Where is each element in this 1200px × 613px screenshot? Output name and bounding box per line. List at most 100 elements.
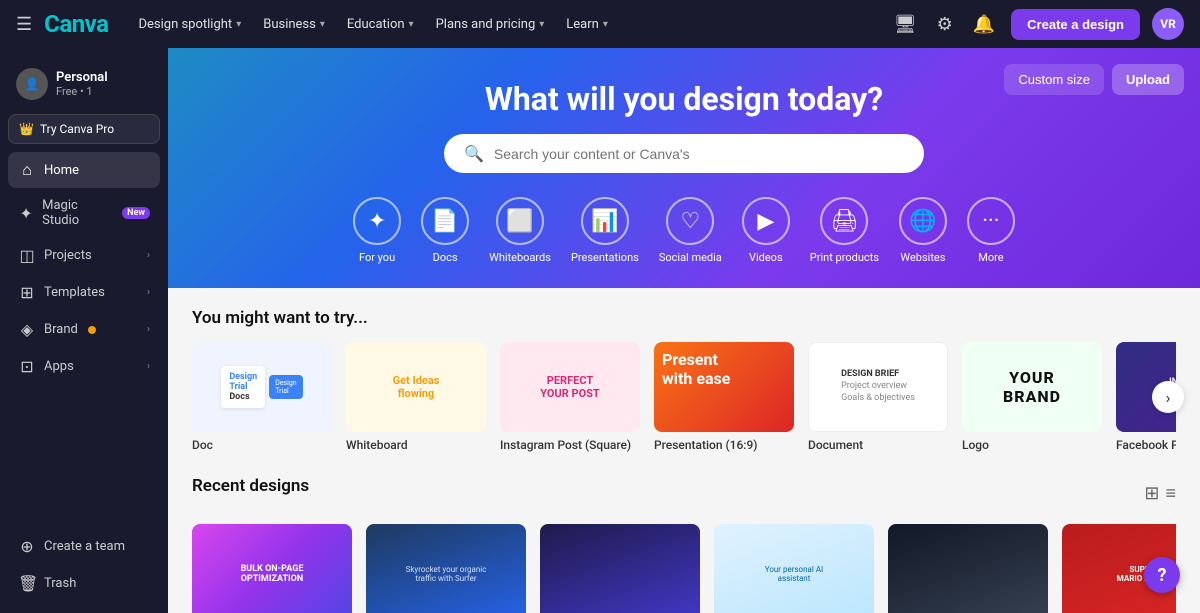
chevron-down-icon: ▾ <box>236 19 241 30</box>
main-layout: 👤 Personal Free • 1 👑 Try Canva Pro ⌂ Ho… <box>0 48 1200 613</box>
quick-link-videos[interactable]: ▶ Videos <box>742 197 790 264</box>
recent-grid: BULK ON-PAGEOPTIMIZATION Keyword Researc… <box>192 524 1176 613</box>
sidebar-user-sub: Free • 1 <box>56 85 108 98</box>
create-design-button[interactable]: Create a design <box>1011 9 1140 40</box>
magic-icon: ✦ <box>18 204 34 223</box>
nav-learn[interactable]: Learn ▾ <box>556 11 618 38</box>
chevron-right-icon: › <box>147 287 150 298</box>
template-logo[interactable]: YOURBRAND Logo <box>962 342 1102 452</box>
brand-icon: ◈ <box>18 320 36 339</box>
trash-icon: 🗑 <box>18 574 36 593</box>
hero-title: What will you design today? <box>485 80 883 118</box>
nav-business[interactable]: Business ▾ <box>253 11 335 38</box>
presentations-icon: 📊 <box>581 197 629 245</box>
try-section-title: You might want to try... <box>192 308 1176 328</box>
chevron-right-icon: › <box>147 361 150 372</box>
sidebar-item-brand[interactable]: ◈ Brand › <box>8 312 160 347</box>
chevron-right-icon: › <box>147 324 150 335</box>
avatar[interactable]: VR <box>1152 8 1184 40</box>
quick-link-docs[interactable]: 📄 Docs <box>421 197 469 264</box>
brand-dot <box>88 326 96 334</box>
nav-education[interactable]: Education ▾ <box>337 11 424 38</box>
sidebar-bottom: ⊕ Create a team 🗑 Trash <box>8 529 160 601</box>
search-bar: 🔍 <box>444 134 924 173</box>
settings-icon[interactable]: ⚙ <box>933 10 957 39</box>
quick-link-for-you[interactable]: ✦ For you <box>353 197 401 264</box>
recent-card-3[interactable]: Untitled Design 1920 × 1280 px <box>540 524 700 613</box>
search-icon: 🔍 <box>464 144 484 163</box>
quick-link-presentations[interactable]: 📊 Presentations <box>571 197 639 264</box>
recent-section: Recent designs ⊞ ≡ BULK ON-PAGEOPTIMIZAT… <box>192 476 1176 613</box>
for-you-icon: ✦ <box>353 197 401 245</box>
social-icon: ♡ <box>666 197 714 245</box>
template-document[interactable]: DESIGN BRIEF Project overviewGoals & obj… <box>808 342 948 452</box>
hero-section: Custom size Upload What will you design … <box>168 48 1200 288</box>
nav-links: Design spotlight ▾ Business ▾ Education … <box>128 11 881 38</box>
grid-view-button[interactable]: ⊞ <box>1144 483 1159 504</box>
sidebar-item-magic-studio[interactable]: ✦ Magic Studio New <box>8 190 160 236</box>
hamburger-icon[interactable]: ☰ <box>16 14 32 35</box>
recent-card-4[interactable]: Your personal AIassistant Untitled Desig… <box>714 524 874 613</box>
quick-links: ✦ For you 📄 Docs ⬜ Whiteboards 📊 Present… <box>353 197 1015 264</box>
sidebar-username: Personal <box>56 70 108 85</box>
search-input[interactable] <box>494 146 904 162</box>
nav-plans-pricing[interactable]: Plans and pricing ▾ <box>426 11 555 38</box>
view-toggle: ⊞ ≡ <box>1144 483 1176 504</box>
list-view-button[interactable]: ≡ <box>1165 483 1176 504</box>
templates-icon: ⊞ <box>18 283 36 302</box>
recent-card-2[interactable]: Skyrocket your organictraffic with Surfe… <box>366 524 526 613</box>
doc-preview: DesignTrialDocs DesignTrial <box>221 366 302 408</box>
try-section: You might want to try... DesignTrialDocs… <box>192 308 1176 452</box>
wb-preview: Get Ideasflowing <box>385 366 448 408</box>
sidebar-item-home[interactable]: ⌂ Home <box>8 152 160 188</box>
sidebar-item-trash[interactable]: 🗑 Trash <box>8 566 160 601</box>
quick-link-social[interactable]: ♡ Social media <box>659 197 722 264</box>
custom-size-button[interactable]: Custom size <box>1004 64 1104 95</box>
new-badge: New <box>122 207 150 219</box>
recent-header: Recent designs ⊞ ≡ <box>192 476 1176 510</box>
sidebar-item-templates[interactable]: ⊞ Templates › <box>8 275 160 310</box>
help-button[interactable]: ? <box>1144 557 1180 593</box>
template-instagram[interactable]: PERFECTYOUR POST Instagram Post (Square) <box>500 342 640 452</box>
sidebar-item-create-team[interactable]: ⊕ Create a team <box>8 529 160 564</box>
logo-preview: YOURBRAND <box>999 364 1065 410</box>
quick-link-more[interactable]: ··· More <box>967 197 1015 264</box>
recent-card-5[interactable]: Untitled Design 1920 × 1280 px <box>888 524 1048 613</box>
main-content: Custom size Upload What will you design … <box>168 48 1200 613</box>
docs-icon: 📄 <box>421 197 469 245</box>
print-icon: 🖨 <box>820 197 868 245</box>
template-doc[interactable]: DesignTrialDocs DesignTrial Doc <box>192 342 332 452</box>
template-presentation[interactable]: Presentwith ease Presentation (16:9) <box>654 342 794 452</box>
quick-link-print[interactable]: 🖨 Print products <box>810 197 879 264</box>
recent-card-keyword[interactable]: BULK ON-PAGEOPTIMIZATION Keyword Researc… <box>192 524 352 613</box>
sidebar-user: 👤 Personal Free • 1 <box>8 60 160 108</box>
sidebar-user-info: Personal Free • 1 <box>56 70 108 98</box>
projects-icon: ◫ <box>18 246 36 265</box>
videos-icon: ▶ <box>742 197 790 245</box>
chevron-right-icon: › <box>147 250 150 261</box>
sidebar: 👤 Personal Free • 1 👑 Try Canva Pro ⌂ Ho… <box>0 48 168 613</box>
template-whiteboard[interactable]: Get Ideasflowing Whiteboard <box>346 342 486 452</box>
insta-preview: PERFECTYOUR POST <box>534 368 606 406</box>
nav-design-spotlight[interactable]: Design spotlight ▾ <box>128 11 251 38</box>
templates-wrap: DesignTrialDocs DesignTrial Doc Get Idea… <box>192 342 1176 452</box>
topnav: ☰ Canva Design spotlight ▾ Business ▾ Ed… <box>0 0 1200 48</box>
monitor-icon[interactable]: 🖥 <box>890 10 921 39</box>
quick-link-whiteboards[interactable]: ⬜ Whiteboards <box>489 197 551 264</box>
logo-text: Canva <box>44 10 108 38</box>
try-pro-button[interactable]: 👑 Try Canva Pro <box>8 114 160 144</box>
sidebar-item-apps[interactable]: ⊡ Apps › <box>8 349 160 384</box>
create-team-icon: ⊕ <box>18 537 36 556</box>
quick-link-websites[interactable]: 🌐 Websites <box>899 197 947 264</box>
scroll-right-arrow[interactable]: › <box>1152 381 1184 413</box>
chevron-down-icon: ▾ <box>603 19 608 30</box>
bell-icon[interactable]: 🔔 <box>969 10 999 39</box>
templates-scroll: DesignTrialDocs DesignTrial Doc Get Idea… <box>192 342 1176 452</box>
topnav-right: 🖥 ⚙ 🔔 Create a design VR <box>890 8 1184 40</box>
more-icon: ··· <box>967 197 1015 245</box>
upload-button[interactable]: Upload <box>1112 64 1184 95</box>
sidebar-item-projects[interactable]: ◫ Projects › <box>8 238 160 273</box>
sidebar-avatar: 👤 <box>16 68 48 100</box>
chevron-down-icon: ▾ <box>409 19 414 30</box>
logo[interactable]: Canva <box>44 10 108 38</box>
